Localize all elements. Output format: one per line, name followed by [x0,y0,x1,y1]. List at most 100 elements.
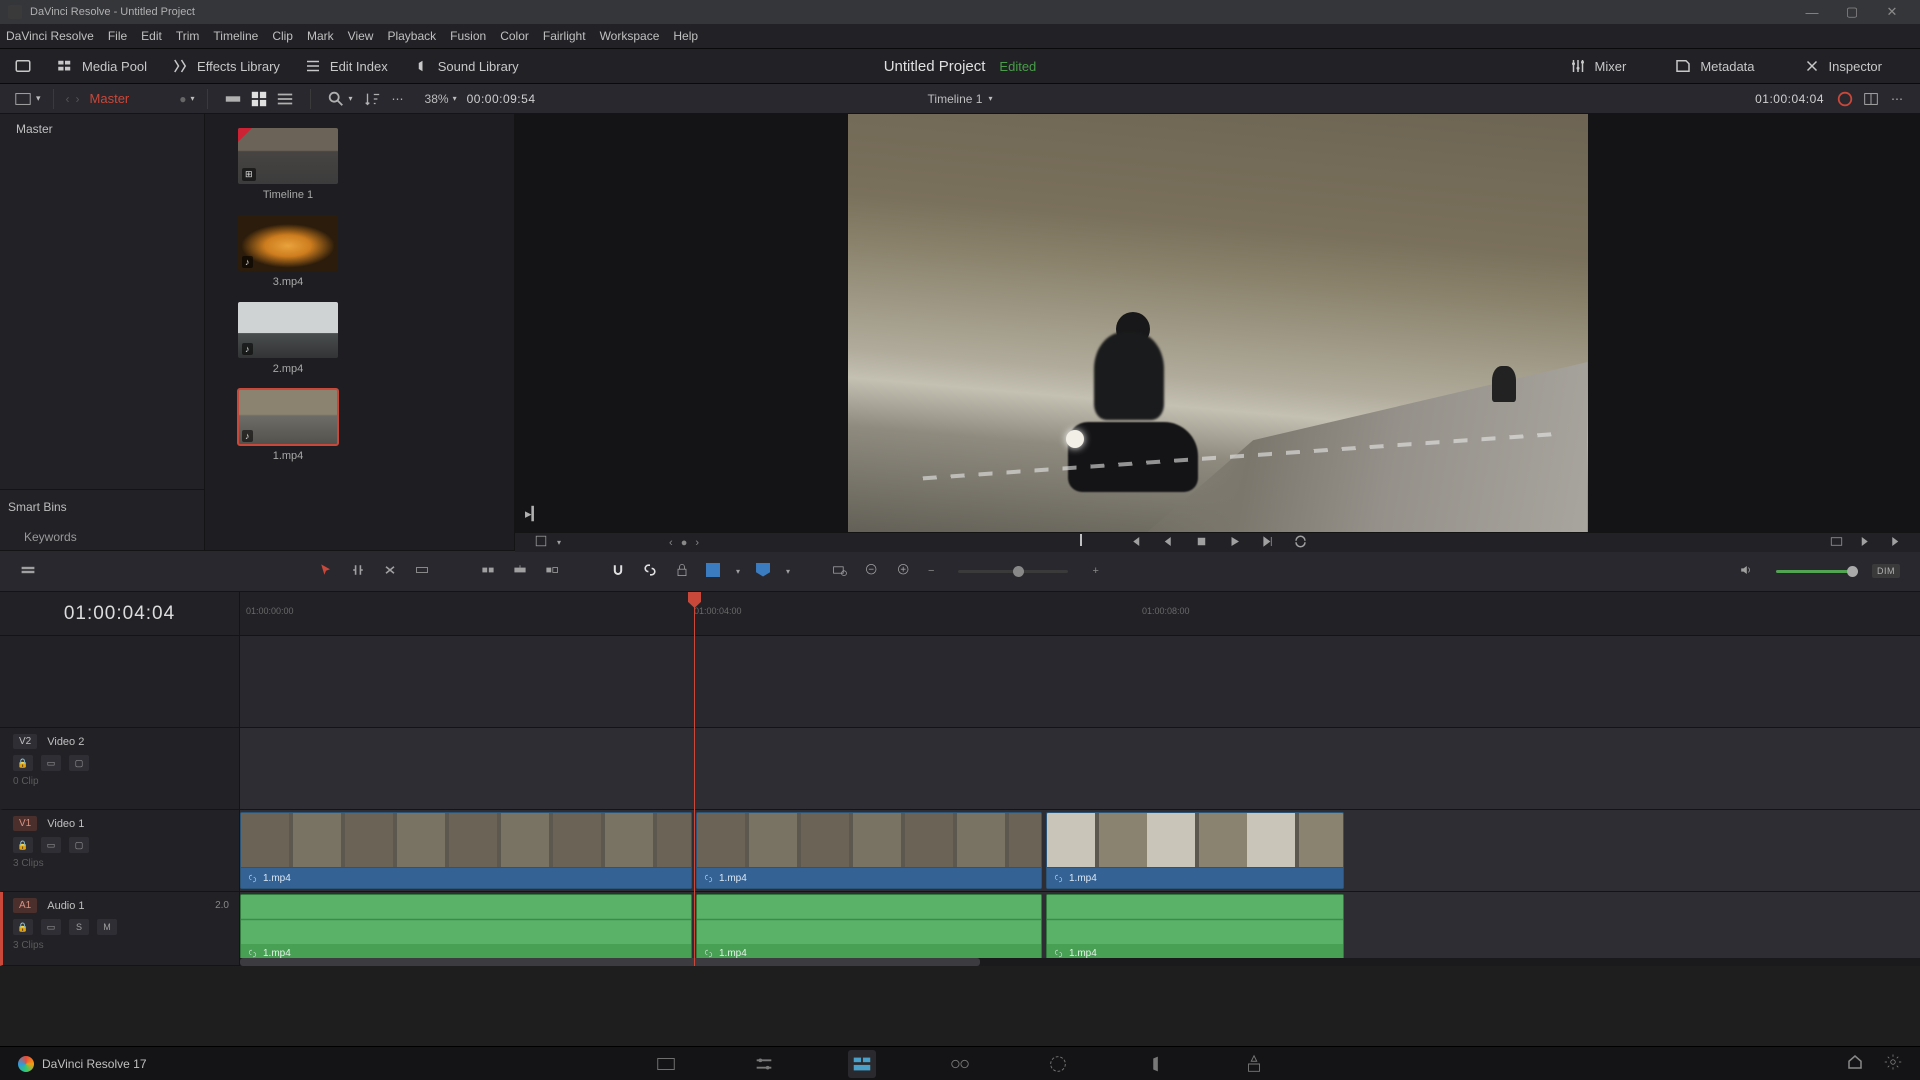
crop-icon[interactable] [533,533,549,552]
next-frame-button[interactable] [1260,534,1275,552]
selection-tool-icon[interactable] [318,562,334,581]
timeline-name[interactable]: Timeline 1▾ [928,92,993,106]
first-frame-button[interactable] [1128,534,1143,552]
audio-clip-1[interactable]: 1.mp4 [240,894,692,963]
menu-fusion[interactable]: Fusion [450,29,486,43]
track-v1[interactable]: 1.mp4 1.mp4 1.mp4 [240,810,1920,892]
bin-view-icon[interactable] [14,90,32,108]
viewer-zoom[interactable]: 38% [425,92,449,106]
edit-index-button[interactable]: Edit Index [304,57,388,75]
zoom-out-icon[interactable] [864,562,880,581]
timeline-ruler[interactable]: 01:00:00:00 01:00:04:00 01:00:08:00 [240,592,1920,636]
nav-back[interactable]: ‹ [66,92,70,106]
match-frame-icon[interactable] [1829,534,1844,552]
replace-icon[interactable] [544,562,560,581]
list-view-icon[interactable] [276,90,294,108]
menu-timeline[interactable]: Timeline [213,29,258,43]
bin-dropdown-icon[interactable]: ● [179,92,186,106]
page-color[interactable] [1044,1050,1072,1078]
timeline-scrollbar[interactable] [240,958,1920,966]
volume-slider[interactable] [1776,570,1856,573]
search-icon[interactable] [327,90,345,108]
sound-lib-button[interactable]: Sound Library [412,57,519,75]
menu-view[interactable]: View [348,29,374,43]
timeline-tracks[interactable]: 01:00:00:00 01:00:04:00 01:00:08:00 1.mp… [240,592,1920,966]
menu-clip[interactable]: Clip [272,29,293,43]
trim-tool-icon[interactable] [350,562,366,581]
playhead[interactable] [694,592,695,966]
home-icon[interactable] [1846,1053,1864,1074]
menu-playback[interactable]: Playback [387,29,436,43]
menu-help[interactable]: Help [673,29,698,43]
page-cut[interactable] [750,1050,778,1078]
video-clip-2[interactable]: 1.mp4 [696,812,1042,889]
link-icon[interactable] [642,562,658,581]
audio-clip-2[interactable]: 1.mp4 [696,894,1042,963]
prev-frame-button[interactable] [1161,534,1176,552]
menu-edit[interactable]: Edit [141,29,162,43]
track-head-v1[interactable]: V1Video 1 🔒▭▢ 3 Clips [0,810,239,892]
track-a1[interactable]: 1.mp4 1.mp4 1.mp4 [240,892,1920,966]
max-button[interactable]: ▢ [1832,4,1872,20]
prev-marker-icon[interactable]: ‹ [669,537,673,549]
more-icon[interactable]: ⋯ [389,90,407,108]
menu-workspace[interactable]: Workspace [600,29,660,43]
page-deliver[interactable] [1240,1050,1268,1078]
page-fusion[interactable] [946,1050,974,1078]
loop-button[interactable] [1293,534,1308,552]
page-fairlight[interactable] [1142,1050,1170,1078]
clip-2mp4[interactable]: ♪2.mp4 [223,302,353,375]
strip-view-icon[interactable] [224,90,242,108]
single-viewer-icon[interactable] [1862,90,1880,108]
track-v2[interactable] [240,728,1920,810]
effects-button[interactable]: Effects Library [171,57,280,75]
settings-icon[interactable] [1884,1053,1902,1074]
track-head-a1[interactable]: A1Audio 12.0 🔒▭SM 3 Clips [0,892,239,966]
menu-color[interactable]: Color [500,29,529,43]
mixer-button[interactable]: Mixer [1569,57,1627,75]
page-media[interactable] [652,1050,680,1078]
next-marker-icon[interactable]: › [695,537,699,549]
layout-button[interactable] [14,57,32,75]
zoom-search-icon[interactable] [832,562,848,581]
menu-davinci[interactable]: DaVinci Resolve [6,29,94,43]
go-end-icon[interactable] [1858,534,1873,552]
bypass-icon[interactable] [1836,90,1854,108]
master-bin[interactable]: Master [0,114,204,144]
metadata-button[interactable]: Metadata [1674,57,1754,75]
chevron-down-icon[interactable]: ▾ [557,538,561,547]
skip-icon[interactable]: ▸▎ [525,506,542,522]
menu-mark[interactable]: Mark [307,29,334,43]
media-pool-button[interactable]: Media Pool [56,57,147,75]
volume-icon[interactable] [1738,562,1754,581]
menu-file[interactable]: File [108,29,127,43]
flag-blue-icon[interactable] [706,563,720,580]
zoom-plus-icon[interactable]: + [1092,565,1098,577]
thumb-view-icon[interactable] [250,90,268,108]
keywords-bin[interactable]: Keywords [0,524,204,550]
overwrite-icon[interactable] [512,562,528,581]
timeline-view-icon[interactable] [20,562,36,581]
play-button[interactable] [1227,534,1242,552]
menu-trim[interactable]: Trim [176,29,200,43]
video-clip-1[interactable]: 1.mp4 [240,812,692,889]
min-button[interactable]: — [1792,5,1832,20]
nav-fwd[interactable]: › [76,92,80,106]
stop-button[interactable] [1194,534,1209,552]
zoom-slider[interactable] [958,570,1068,573]
video-clip-3[interactable]: 1.mp4 [1046,812,1344,889]
go-end2-icon[interactable] [1887,534,1902,552]
track-head-v2[interactable]: V2Video 2 🔒▭▢ 0 Clip [0,728,239,810]
clip-timeline1[interactable]: ⊞Timeline 1 [223,128,353,201]
menu-fairlight[interactable]: Fairlight [543,29,586,43]
viewer-frame[interactable] [848,114,1588,532]
zoom-minus-icon[interactable]: − [928,565,934,577]
bin-name[interactable]: Master [90,91,130,106]
close-button[interactable]: ✕ [1872,4,1912,20]
clip-1mp4[interactable]: ♪1.mp4 [223,389,353,462]
snap-icon[interactable] [610,562,626,581]
page-edit[interactable] [848,1050,876,1078]
clip-3mp4[interactable]: ♪3.mp4 [223,215,353,288]
more-icon-2[interactable]: ⋯ [1888,90,1906,108]
inspector-button[interactable]: Inspector [1803,57,1882,75]
